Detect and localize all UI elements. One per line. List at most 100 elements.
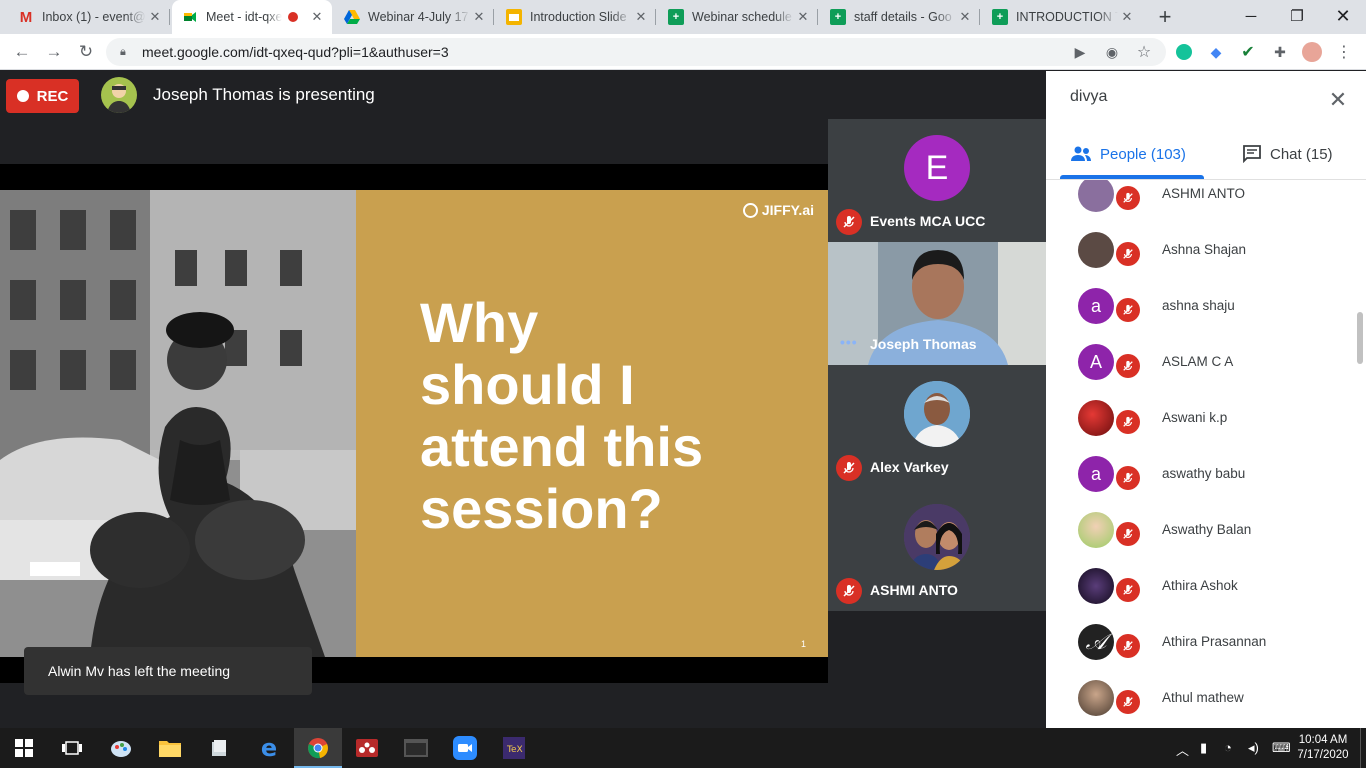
close-tab-icon[interactable]: ✕ [470,9,488,25]
side-panel: divya ✕ People (103) Chat (15) ASHMI ANT… [1046,71,1366,728]
forward-button[interactable]: → [42,40,66,64]
tab-people[interactable]: People (103) [1070,129,1186,179]
tab-gmail[interactable]: M Inbox (1) - event@ ✕ [8,0,170,34]
mic-muted-icon [1116,690,1140,714]
person-row[interactable]: ASHMI ANTO [1046,180,1366,222]
person-row[interactable]: Athira Ashok [1046,558,1366,614]
person-avatar: A [1078,344,1114,380]
person-row[interactable]: a ashna shaju [1046,278,1366,334]
close-window-button[interactable]: ✕ [1320,0,1366,32]
sheets-icon: + [830,9,846,25]
show-hidden-icons-chevron-icon[interactable]: ︿ [1176,740,1189,759]
system-clock[interactable]: 10:04 AM 7/17/2020 [1292,733,1354,763]
chat-icon [1242,145,1262,163]
person-avatar [1078,180,1114,212]
person-name: Athul mathew [1162,690,1244,705]
person-row[interactable]: 𝒜 Athira Prasannan [1046,614,1366,670]
checkmark-extension-icon[interactable]: ✔ [1238,42,1258,62]
slides-icon [506,9,522,25]
reload-button[interactable]: ↻ [74,40,98,64]
file-explorer-icon[interactable] [146,728,194,768]
volume-icon[interactable]: ◂) [1248,740,1259,756]
participant-avatar [904,381,970,447]
slide-page-number: 1 [800,639,806,649]
tab-chat[interactable]: Chat (15) [1242,129,1333,179]
edge-icon[interactable]: e [245,728,293,768]
close-tab-icon[interactable]: ✕ [1118,9,1136,25]
keyboard-language-icon[interactable]: ⌨ [1272,740,1291,756]
windows-start-icon[interactable] [0,728,48,768]
recording-badge: REC [6,79,79,113]
battery-icon[interactable]: ▮ [1200,740,1207,756]
participant-name: ASHMI ANTO [870,582,958,598]
people-list: ASHMI ANTO Ashna Shajan a ashna shaju A … [1046,180,1366,728]
url-text: meet.google.com/idt-qxeq-qud?pli=1&authu… [142,44,449,60]
sheets-icon: + [992,9,1008,25]
mic-muted-icon [1116,186,1140,210]
record-dot-icon [16,90,29,102]
tab-drive[interactable]: Webinar 4-July 17 ✕ [334,0,494,34]
wifi-icon[interactable]: ◔ [1224,740,1232,755]
participant-avatar [904,504,970,570]
texmaker-icon[interactable]: TeX [490,728,538,768]
back-button[interactable]: ← [10,40,34,64]
person-name: Aswani k.p [1162,410,1228,425]
address-bar[interactable]: 🔒︎ meet.google.com/idt-qxeq-qud?pli=1&au… [106,38,1166,66]
meet-main-area: REC Joseph Thomas is presenting JIFFY.ai… [0,71,1046,728]
menu-kebab-icon[interactable]: ⋮ [1334,42,1354,62]
grammarly-icon[interactable] [1174,42,1194,62]
person-name: Athira Ashok [1162,578,1238,593]
person-row[interactable]: Aswathy Balan [1046,502,1366,558]
people-list-scrollbar[interactable] [1357,312,1363,364]
person-avatar [1078,680,1114,716]
profile-avatar[interactable] [1302,42,1322,62]
close-tab-icon[interactable]: ✕ [632,9,650,25]
extension-shield-icon[interactable]: ◆ [1206,42,1226,62]
mic-muted-icon [1116,298,1140,322]
participant-tile[interactable]: Alex Varkey [828,365,1046,488]
bookmark-star-icon[interactable]: ☆ [1134,42,1154,62]
close-tab-icon[interactable]: ✕ [146,9,164,25]
person-avatar: 𝒜 [1078,624,1114,660]
person-row[interactable]: Aswani k.p [1046,390,1366,446]
tab-sheets-schedule[interactable]: + Webinar schedule ✕ [658,0,818,34]
tab-sheets-introduction[interactable]: + INTRODUCTION TO ✕ [982,0,1142,34]
participant-name: Joseph Thomas [870,336,977,352]
participant-tile[interactable]: E Events MCA UCC [828,119,1046,242]
person-row[interactable]: A ASLAM C A [1046,334,1366,390]
camera-icon[interactable]: ▶ [1070,42,1090,62]
person-row[interactable]: Athul mathew [1046,670,1366,726]
restore-button[interactable]: ❐ [1274,0,1320,32]
new-tab-button[interactable]: + [1152,4,1178,30]
person-row[interactable]: Ashna Shajan [1046,222,1366,278]
documents-icon[interactable] [195,728,243,768]
close-tab-icon[interactable]: ✕ [956,9,974,25]
eye-off-icon[interactable]: ◉ [1102,42,1122,62]
zoom-icon[interactable] [441,728,489,768]
slide-photo [0,190,356,657]
gmail-icon: M [19,8,33,26]
tab-sheets-staff[interactable]: + staff details - Goo ✕ [820,0,980,34]
participant-name: Events MCA UCC [870,213,986,229]
person-name: Ashna Shajan [1162,242,1247,257]
drive-icon [344,9,360,25]
person-name: ASHMI ANTO [1162,186,1246,201]
jiffy-logo: JIFFY.ai [742,202,814,218]
close-panel-button[interactable]: ✕ [1326,87,1350,113]
close-tab-icon[interactable]: ✕ [308,9,326,25]
mendeley-icon[interactable] [343,728,391,768]
close-tab-icon[interactable]: ✕ [794,9,812,25]
person-avatar: a [1078,288,1114,324]
participant-tile-video[interactable]: ••• Joseph Thomas [828,242,1046,365]
terminal-window-icon[interactable] [392,728,440,768]
task-view-icon[interactable] [48,728,96,768]
person-row[interactable]: a aswathy babu [1046,446,1366,502]
tab-slides[interactable]: Introduction Slide ✕ [496,0,656,34]
minimize-button[interactable]: ─ [1228,0,1274,32]
show-desktop-button[interactable] [1360,728,1366,768]
chrome-icon[interactable] [294,728,342,768]
tab-meet[interactable]: Meet - idt-qxeq ✕ [172,0,332,34]
extensions-puzzle-icon[interactable]: ✚ [1270,42,1290,62]
participant-tile[interactable]: ASHMI ANTO [828,488,1046,611]
paint-icon[interactable] [97,728,145,768]
